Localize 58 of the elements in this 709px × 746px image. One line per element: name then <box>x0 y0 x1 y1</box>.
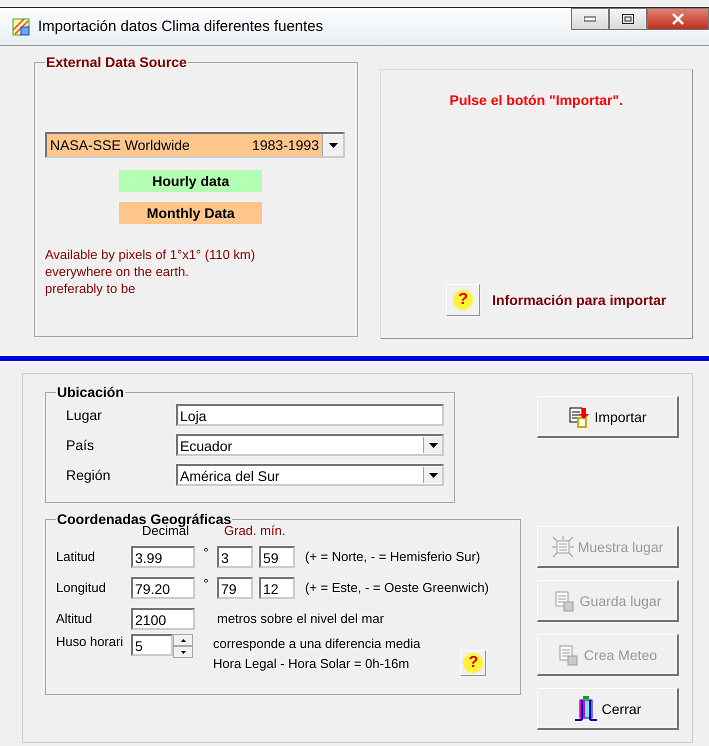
field-label: Lugar <box>65 407 103 423</box>
source-name: NASA-SSE Worldwide <box>50 137 190 153</box>
input-field[interactable]: 79.20 <box>131 576 195 598</box>
dropdown-field[interactable]: América del Sur <box>176 464 444 486</box>
status-message: Pulse el botón "Importar". <box>449 92 624 108</box>
hint-text: (+ = Este, - = Oeste Greenwich) <box>305 580 489 595</box>
hint-text: (+ = Norte, - = Hemisferio Sur) <box>305 549 480 564</box>
input-field[interactable]: 79 <box>217 576 253 598</box>
close-icon <box>671 13 685 25</box>
group-title: Ubicación <box>56 384 125 400</box>
document-arrow-icon <box>568 406 590 428</box>
help-button[interactable]: ? <box>460 650 486 676</box>
dropdown-field[interactable]: Ecuador <box>176 434 444 456</box>
up-arrow-icon <box>180 638 186 642</box>
input-field[interactable]: Loja <box>176 404 444 426</box>
help-label: Información para importar <box>492 292 666 308</box>
action-button[interactable]: Importar <box>537 396 679 438</box>
data-label: Hourly data <box>119 170 262 192</box>
field-label: Longitud <box>56 580 107 595</box>
spin-down-button[interactable] <box>173 646 193 658</box>
input-field[interactable]: 3 <box>217 546 253 568</box>
source-description: Available by pixels of 1°x1° (110 km) everywhere on the earth. preferably to be <box>45 246 256 297</box>
unit-text: metros sobre el nivel del mar <box>217 611 384 626</box>
door-icon <box>574 696 598 722</box>
source-dropdown[interactable]: NASA-SSE Worldwide 1983-1993 <box>45 132 345 158</box>
maximize-icon <box>622 14 634 24</box>
maximize-button[interactable] <box>609 8 647 30</box>
document-burst-icon <box>552 536 574 558</box>
group-title: External Data Source <box>45 54 188 70</box>
field-label: Altitud <box>56 611 94 626</box>
document-disk-icon <box>558 644 580 666</box>
field-label: Latitud <box>56 549 96 564</box>
document-disk-icon <box>554 590 576 612</box>
timezone-note: corresponde a una diferencia media Hora Legal - Hora Solar = 0h-16m <box>213 635 420 673</box>
spin-up-button[interactable] <box>173 634 193 646</box>
data-label: Monthly Data <box>119 202 262 224</box>
input-field[interactable]: 5 <box>131 634 173 656</box>
input-field[interactable]: 2100 <box>131 608 195 630</box>
field-label: País <box>65 437 96 453</box>
dropdown-arrow-icon <box>328 142 338 148</box>
window-title: Importación datos Clima diferentes fuentes <box>38 18 324 35</box>
app-icon <box>12 18 30 36</box>
input-field[interactable]: 12 <box>259 576 295 598</box>
dropdown-arrow-icon <box>428 472 438 478</box>
field-label: Huso horari <box>56 634 124 649</box>
dropdown-arrow-icon <box>428 442 438 448</box>
input-field[interactable]: 59 <box>259 546 295 568</box>
degree-sign: ° <box>202 545 210 560</box>
close-button[interactable] <box>647 8 709 30</box>
degree-sign: ° <box>202 576 210 591</box>
field-label: Región <box>65 467 112 483</box>
help-button[interactable]: ? <box>446 284 480 316</box>
minimize-icon <box>584 16 596 22</box>
close-button[interactable]: Cerrar <box>537 688 679 730</box>
source-years: 1983-1993 <box>252 137 319 153</box>
down-arrow-icon <box>180 650 186 654</box>
minimize-button[interactable] <box>571 8 609 30</box>
input-field[interactable]: 3.99 <box>131 546 195 568</box>
